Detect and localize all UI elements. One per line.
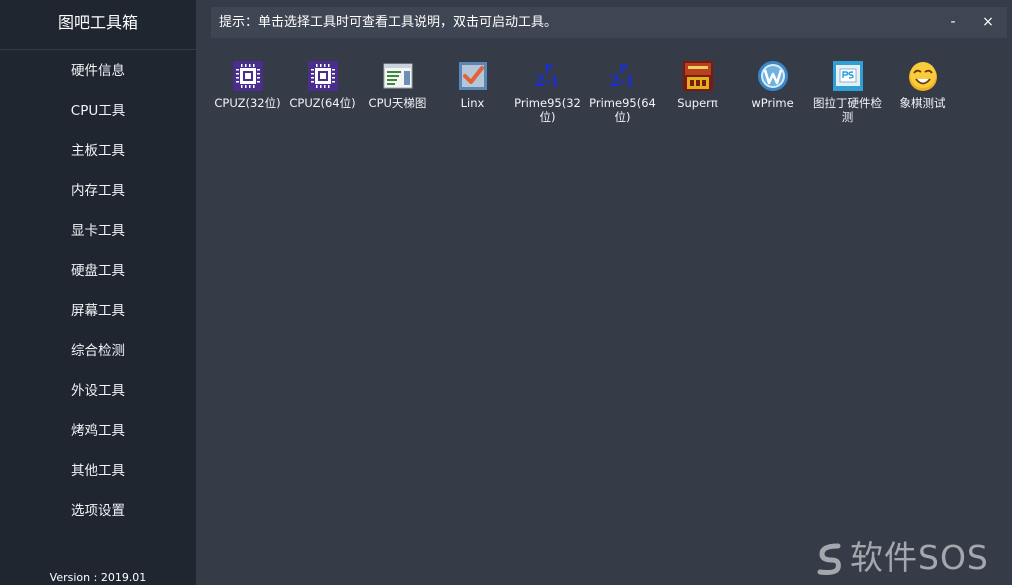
tool-label: CPU天梯图	[368, 96, 427, 110]
tool-label: wPrime	[751, 96, 794, 110]
prime95-icon: 2 P -1	[609, 62, 635, 90]
tool-label: 图拉丁硬件检测	[813, 96, 882, 124]
sidebar-item-hardware-info[interactable]: 硬件信息	[0, 57, 196, 85]
tool-label: Superπ	[677, 96, 718, 110]
watermark-logo-icon	[817, 543, 841, 575]
smiley-icon	[909, 62, 937, 91]
svg-text:-1: -1	[619, 74, 635, 90]
pss-icon	[833, 61, 863, 91]
sidebar-item-peripheral-tools[interactable]: 外设工具	[0, 377, 196, 405]
sidebar-item-settings[interactable]: 选项设置	[0, 497, 196, 525]
sidebar-item-disk-tools[interactable]: 硬盘工具	[0, 257, 196, 285]
sidebar-item-gpu-tools[interactable]: 显卡工具	[0, 217, 196, 245]
cpuz-chip-icon	[308, 61, 338, 91]
close-button[interactable]: ×	[976, 7, 1000, 38]
watermark: 软件SOS	[812, 536, 1002, 580]
tool-label: Prime95(32位)	[514, 96, 581, 124]
sidebar-item-motherboard-tools[interactable]: 主板工具	[0, 137, 196, 165]
wprime-icon	[758, 61, 788, 91]
cpuz-chip-icon	[233, 61, 263, 91]
prime95-icon: 2 P -1	[534, 62, 560, 90]
minimize-button[interactable]: -	[941, 7, 965, 38]
hint-bar: 提示：单击选择工具时可查看工具说明，双击可启动工具。 - ×	[211, 7, 1007, 38]
watermark-text: 软件SOS	[850, 538, 989, 577]
tool-label: 象棋测试	[899, 96, 946, 110]
sidebar: 图吧工具箱 硬件信息 CPU工具 主板工具 内存工具 显卡工具 硬盘工具 屏幕工…	[0, 0, 196, 585]
sidebar-item-cpu-tools[interactable]: CPU工具	[0, 97, 196, 125]
tool-label: Prime95(64位)	[589, 96, 656, 124]
chart-window-icon	[383, 63, 413, 89]
tool-label: Linx	[460, 96, 485, 110]
version-label: Version : 2019.01	[49, 571, 147, 584]
sidebar-item-other-tools[interactable]: 其他工具	[0, 457, 196, 485]
app-title: 图吧工具箱	[0, 0, 196, 50]
checkbox-icon	[459, 62, 487, 90]
tool-label: CPUZ(32位)	[214, 96, 281, 110]
tool-label: CPUZ(64位)	[289, 96, 356, 110]
sidebar-item-stress-tools[interactable]: 烤鸡工具	[0, 417, 196, 445]
hint-text: 提示：单击选择工具时可查看工具说明，双击可启动工具。	[219, 15, 558, 30]
sidebar-item-memory-tools[interactable]: 内存工具	[0, 177, 196, 205]
superpi-icon	[683, 61, 713, 91]
sidebar-item-screen-tools[interactable]: 屏幕工具	[0, 297, 196, 325]
sidebar-item-comprehensive-test[interactable]: 综合检测	[0, 337, 196, 365]
svg-text:-1: -1	[544, 74, 560, 90]
